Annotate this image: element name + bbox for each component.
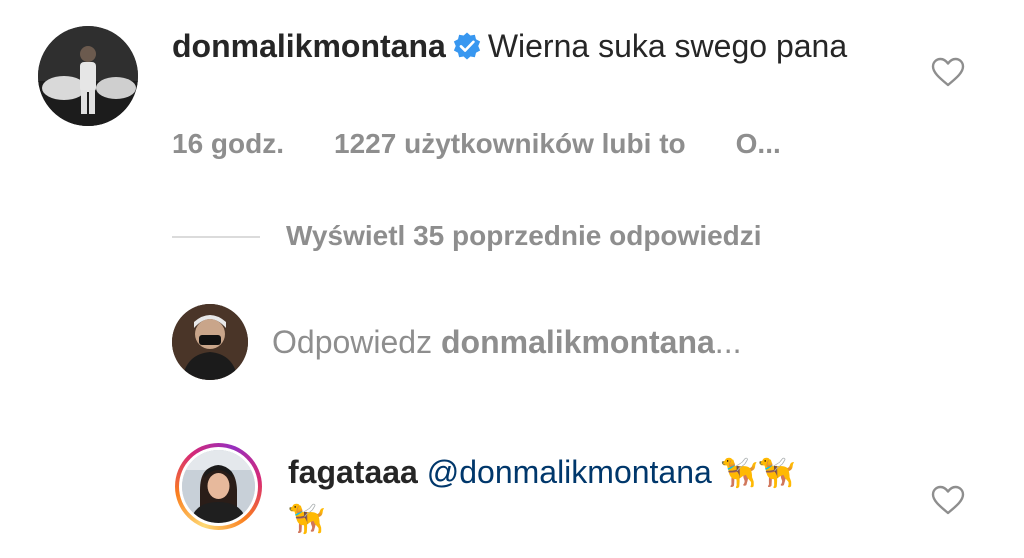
verified-badge-icon — [453, 32, 480, 60]
comment-body: donmalikmontana Wierna suka swego pana — [172, 24, 892, 68]
heart-outline-icon[interactable] — [931, 484, 965, 516]
view-previous-replies-button[interactable]: Wyświetl 35 poprzednie odpowiedzi — [286, 220, 762, 252]
guide-dog-emoji-icon: 🦮🦮 — [720, 457, 796, 490]
comment-meta: 16 godz. 1227 użytkowników lubi to O... — [172, 128, 781, 160]
current-user-avatar — [172, 304, 248, 380]
reply-input-prefix: Odpowiedz — [272, 324, 433, 360]
story-ring[interactable] — [175, 443, 262, 530]
reply-input[interactable]: Odpowiedz donmalikmontana... — [272, 324, 741, 361]
comment-username[interactable]: donmalikmontana — [172, 28, 446, 64]
comment-time: 16 godz. — [172, 128, 285, 159]
heart-outline-icon[interactable] — [931, 56, 965, 88]
profile-photo — [172, 304, 248, 380]
comment-text: Wierna suka swego pana — [487, 28, 848, 64]
comment-likes[interactable]: 1227 użytkowników lubi to — [334, 128, 686, 159]
reply-username[interactable]: fagataaa — [288, 454, 418, 490]
reply-button[interactable]: O... — [736, 128, 781, 159]
replier-avatar[interactable] — [182, 450, 255, 523]
reply-body: fagataaa @donmalikmontana 🦮🦮 🦮 — [288, 450, 908, 542]
commenter-avatar[interactable] — [38, 26, 138, 126]
replies-divider-line — [172, 236, 260, 238]
profile-photo — [38, 26, 138, 126]
reply-input-username: donmalikmontana — [440, 324, 715, 360]
reply-input-ellipsis: ... — [714, 324, 742, 360]
guide-dog-emoji-icon: 🦮 — [288, 503, 326, 536]
profile-photo — [182, 450, 255, 523]
reply-mention[interactable]: @donmalikmontana — [427, 454, 712, 490]
